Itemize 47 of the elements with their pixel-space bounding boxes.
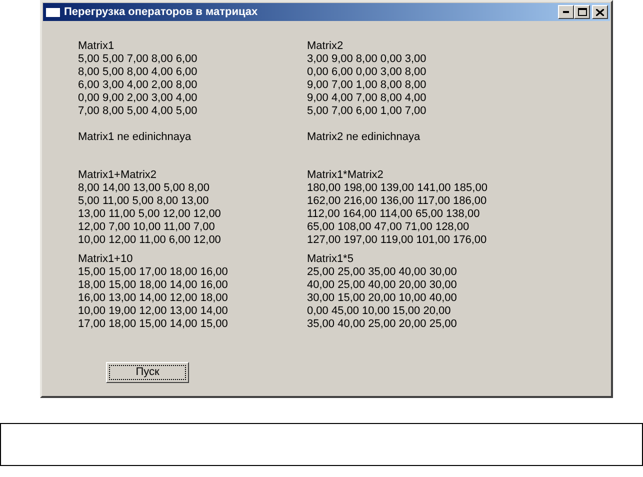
matrix-row-text: 9,00 7,00 1,00 8,00 8,00	[307, 79, 428, 92]
matrix-row: 180,00 198,00 139,00 141,00 185,00	[307, 182, 488, 195]
matrix-row-text: 65,00 108,00 47,00 71,00 128,00	[307, 221, 470, 234]
matrix-title: Matrix2	[307, 40, 344, 53]
matrix-row-text: 7,00 8,00 5,00 4,00 5,00	[78, 105, 198, 118]
matrix-title: Matrix1*Matrix2	[307, 169, 384, 182]
window-icon	[45, 6, 61, 18]
matrix-row-text: 15,00 15,00 17,00 18,00 16,00	[78, 266, 229, 279]
minimize-icon	[563, 11, 569, 13]
matrix-row-text: 12,00 7,00 10,00 11,00 7,00	[78, 221, 216, 234]
status-text: Matrix2 ne edinichnaya	[307, 131, 422, 144]
matrix-row-text: 112,00 164,00 114,00 65,00 138,00	[307, 208, 481, 221]
matrix-row-text: 35,00 40,00 25,00 20,00 25,00	[307, 318, 458, 331]
matrix-row-text: 0,00 6,00 0,00 3,00 8,00	[307, 66, 428, 79]
matrix-row-text: 18,00 15,00 18,00 14,00 16,00	[78, 279, 229, 292]
matrix-row-text: 40,00 25,00 40,00 20,00 30,00	[307, 279, 458, 292]
matrix-title: Matrix1+10	[78, 253, 134, 266]
matrix-row-text: 6,00 3,00 4,00 2,00 8,00	[78, 79, 198, 92]
minimize-button[interactable]	[558, 5, 574, 19]
maximize-button[interactable]	[574, 5, 590, 19]
matrix-row-text: 25,00 25,00 35,00 40,00 30,00	[307, 266, 458, 279]
matrix-row-text: 8,00 14,00 13,00 5,00 8,00	[78, 182, 211, 195]
matrix-row-text: 17,00 18,00 15,00 14,00 15,00	[78, 318, 229, 331]
matrix-row-text: 0,00 9,00 2,00 3,00 4,00	[78, 92, 198, 105]
matrix-row-text: 0,00 45,00 10,00 15,00 20,00	[307, 305, 452, 318]
matrix-row: 162,00 216,00 136,00 117,00 186,00	[307, 195, 488, 208]
matrix-title: Matrix1*5	[307, 253, 354, 266]
maximize-icon	[578, 8, 586, 16]
matrix-row-text: 5,00 11,00 5,00 8,00 13,00	[78, 195, 210, 208]
matrix-row-text: 9,00 4,00 7,00 8,00 4,00	[307, 92, 428, 105]
matrix-row-text: 5,00 7,00 6,00 1,00 7,00	[307, 105, 428, 118]
matrix-row-text: 10,00 12,00 11,00 6,00 12,00	[78, 234, 222, 247]
window-title: Перегрузка операторов в матрицах	[64, 4, 259, 20]
matrix-title: Matrix1+Matrix2	[78, 169, 158, 182]
close-icon	[596, 8, 604, 16]
matrix-title: Matrix1	[78, 40, 116, 53]
matrix-row-text: 10,00 19,00 12,00 13,00 14,00	[78, 305, 229, 318]
matrix-row-text: 5,00 5,00 7,00 8,00 6,00	[78, 53, 198, 66]
matrix-row: 127,00 197,00 119,00 101,00 176,00	[307, 234, 488, 247]
matrix-row-text: 30,00 15,00 20,00 10,00 40,00	[307, 292, 458, 305]
matrix-row-text: 13,00 11,00 5,00 12,00 12,00	[78, 208, 222, 221]
start-button[interactable]: Пуск	[106, 362, 189, 383]
matrix-row-text: 3,00 9,00 8,00 0,00 3,00	[307, 53, 428, 66]
matrix-row-text: 8,00 5,00 8,00 4,00 6,00	[78, 66, 198, 79]
close-button[interactable]	[592, 5, 608, 19]
status-text: Matrix1 ne edinichnaya	[78, 131, 192, 144]
matrix-row-text: 16,00 13,00 14,00 12,00 18,00	[78, 292, 229, 305]
